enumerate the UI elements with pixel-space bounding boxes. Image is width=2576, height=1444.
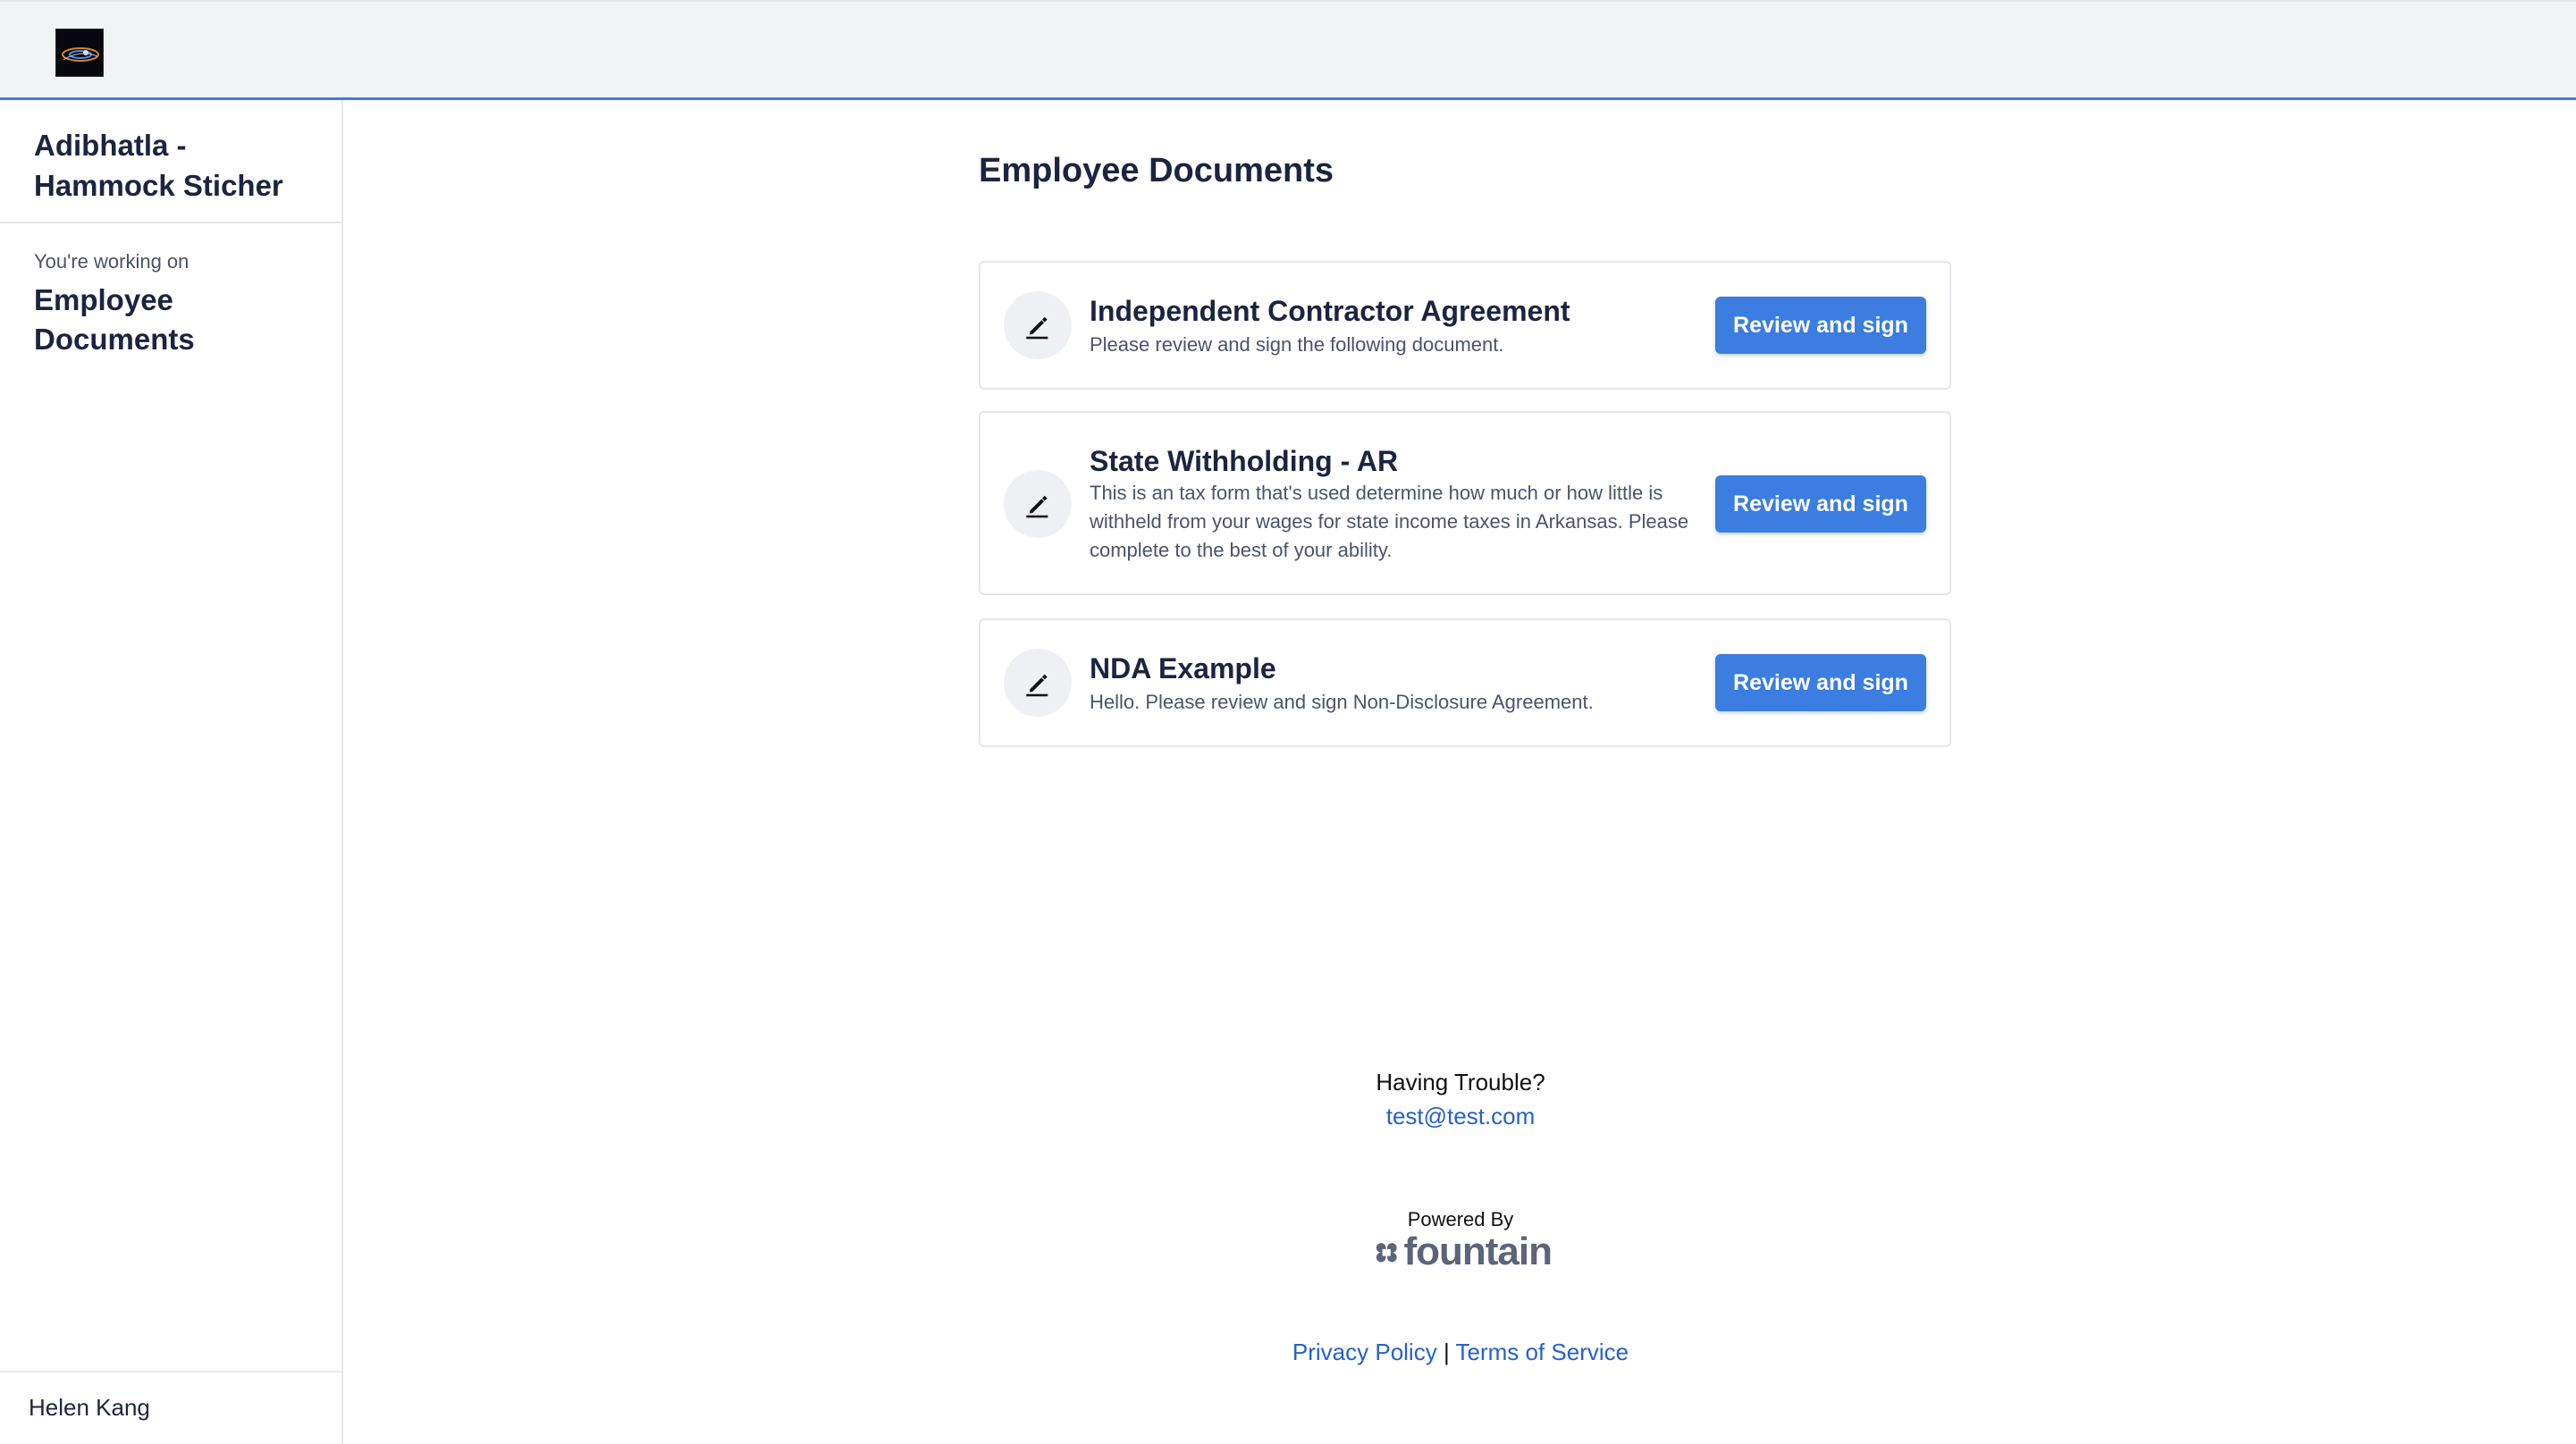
- top-header: [0, 0, 2576, 100]
- help-heading: Having Trouble?: [1376, 1069, 1545, 1096]
- document-description: This is an tax form that's used determin…: [1090, 482, 1689, 561]
- signature-pen-icon: [1004, 649, 1072, 717]
- workspace-title: Employee Documents: [34, 283, 195, 356]
- terms-of-service-link[interactable]: Terms of Service: [1455, 1339, 1629, 1365]
- user-name[interactable]: Helen Kang: [0, 1371, 341, 1444]
- org-name: Adibhatla - Hammock Sticher: [34, 129, 283, 202]
- logo-image-icon: [56, 29, 103, 76]
- review-and-sign-button[interactable]: Review and sign: [1715, 475, 1926, 533]
- sidebar: Adibhatla - Hammock Sticher You're worki…: [0, 100, 343, 1444]
- document-card: NDA Example Hello. Please review and sig…: [979, 618, 1951, 747]
- company-logo[interactable]: [55, 29, 104, 77]
- document-description: Please review and sign the following doc…: [1090, 333, 1504, 356]
- support-email-line: test@test.com: [345, 1103, 2576, 1130]
- fountain-logo: fountain: [1373, 1228, 1553, 1276]
- fountain-logo-icon: [1376, 1243, 1397, 1263]
- workspace-label: You're working on: [34, 250, 189, 273]
- document-description: Hello. Please review and sign Non-Disclo…: [1090, 691, 1594, 713]
- signature-pen-icon: [1004, 470, 1072, 538]
- review-and-sign-button[interactable]: Review and sign: [1715, 654, 1926, 711]
- link-separator: |: [1443, 1339, 1450, 1365]
- document-title: State Withholding - AR: [1090, 445, 1399, 477]
- signature-pen-icon: [1004, 291, 1072, 359]
- legal-links: Privacy Policy | Terms of Service: [345, 1339, 2576, 1366]
- support-email-link[interactable]: test@test.com: [1386, 1103, 1536, 1129]
- main-content: Employee Documents Independent Contracto…: [345, 100, 2576, 1444]
- page-title: Employee Documents: [979, 152, 1334, 189]
- review-and-sign-button[interactable]: Review and sign: [1715, 297, 1926, 354]
- document-title: Independent Contractor Agreement: [1090, 295, 1570, 327]
- privacy-policy-link[interactable]: Privacy Policy: [1292, 1339, 1437, 1365]
- workspace-section: You're working on Employee Documents: [0, 223, 341, 359]
- document-card: Independent Contractor Agreement Please …: [979, 261, 1951, 390]
- app-root: Adibhatla - Hammock Sticher You're worki…: [0, 0, 2576, 1444]
- document-card: State Withholding - AR This is an tax fo…: [979, 411, 1951, 595]
- document-title: NDA Example: [1090, 652, 1276, 684]
- org-section: Adibhatla - Hammock Sticher: [0, 100, 341, 223]
- fountain-wordmark: fountain: [1403, 1230, 1553, 1273]
